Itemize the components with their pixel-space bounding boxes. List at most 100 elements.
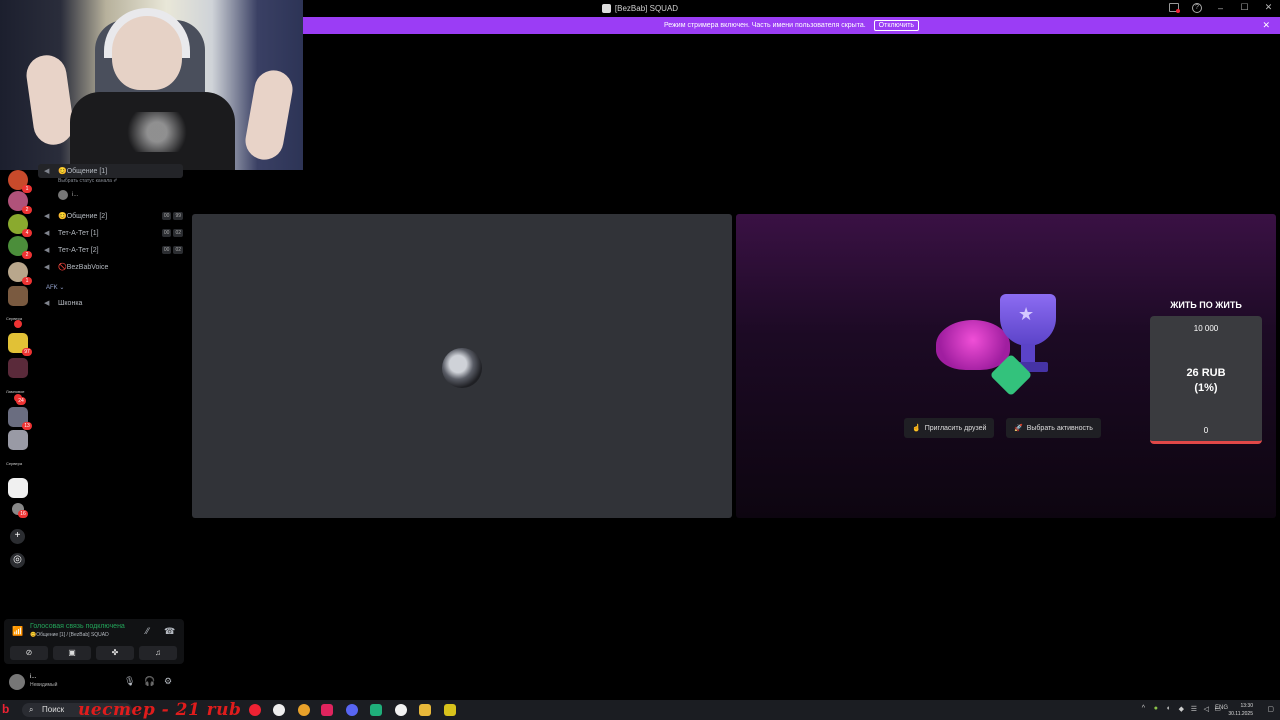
donation-goal: 10 000 — [1193, 324, 1219, 333]
star-icon: ★ — [1018, 304, 1035, 324]
inbox-icon[interactable] — [1169, 3, 1180, 13]
voice-channel[interactable]: ◀ 😊Общение [2] 00 99 — [38, 209, 183, 223]
channel-name: Тет-А-Тет [1] — [58, 229, 99, 237]
clock-app-icon[interactable] — [273, 704, 285, 716]
server-icon[interactable]: 97 — [8, 333, 32, 356]
folder-icon[interactable] — [419, 704, 431, 716]
server-icon[interactable]: 2 — [8, 236, 32, 259]
voice-location[interactable]: 😊Общение [1] / [BezBab] SQUAD — [30, 632, 109, 638]
donation-ticker-overlay: иестер - 21 rub — [78, 700, 242, 720]
donation-goal-widget: ЖИТЬ ПО ЖИТЬ 10 000 26 RUB (1%) 0 — [1150, 298, 1262, 446]
mention-badge: 4 — [22, 229, 32, 237]
app-icon[interactable] — [321, 704, 333, 716]
voice-member[interactable]: i... — [58, 190, 78, 200]
chrome-icon[interactable] — [298, 704, 310, 716]
wifi-icon[interactable]: ☰ — [1191, 705, 1197, 713]
channel-name: 😊Общение [1] — [58, 168, 108, 175]
voice-channel[interactable]: ◀ Тет-А-Тет [1] 00 02 — [38, 226, 183, 240]
folder-badge — [14, 320, 22, 328]
voice-channel[interactable]: ◀ Тет-А-Тет [2] 00 02 — [38, 243, 183, 257]
invite-icon: ☝ — [912, 425, 921, 432]
activities-button[interactable]: ✤ — [96, 646, 134, 660]
trophy-illustration: ★ — [928, 290, 1108, 400]
speaker-icon: ◀ — [44, 264, 50, 271]
banner-close-icon[interactable]: ✕ — [1262, 20, 1270, 31]
server-icon[interactable] — [8, 358, 28, 378]
voice-channel-active[interactable]: ◀ 😊Общение [1] — [38, 164, 183, 178]
minimize-icon[interactable]: – — [1215, 3, 1226, 13]
username[interactable]: i... — [30, 674, 36, 680]
channel-name: 😊Общение [2] — [58, 213, 108, 220]
server-icon[interactable]: 1 — [8, 262, 32, 285]
server-icon[interactable]: 2 — [8, 191, 32, 214]
speaker-icon: ◀ — [44, 300, 50, 307]
afk-category[interactable]: AFK ⌄ — [46, 284, 64, 291]
mention-badge: 1 — [22, 277, 32, 285]
user-limit: 02 — [173, 246, 183, 254]
webcam-overlay — [0, 0, 303, 170]
donation-amount-block: 26 RUB (1%) — [1150, 366, 1262, 396]
speaker-icon: ◀ — [44, 168, 50, 175]
camera-off-button[interactable]: ⊘ — [10, 646, 48, 660]
help-icon[interactable]: ? — [1192, 2, 1202, 13]
server-icon[interactable] — [8, 286, 28, 306]
donation-percent: (1%) — [1194, 382, 1218, 394]
tray-app-icon[interactable]: ◆ — [1179, 705, 1184, 713]
disconnect-icon[interactable]: ☎ — [164, 626, 175, 637]
headphones-icon[interactable]: 🎧 — [144, 676, 155, 687]
mention-badge: 2 — [22, 251, 32, 259]
tray-app-icon[interactable]: ◐ — [1167, 705, 1171, 712]
app-icon[interactable] — [370, 704, 382, 716]
voice-channel[interactable]: ◀ 🚫BezBabVoice — [38, 260, 183, 274]
discord-window: [BezBab] SQUAD ? – ☐ ✕ Режим стримера вк… — [0, 0, 1280, 720]
afk-channel[interactable]: ◀ Шконка — [38, 296, 183, 310]
user-count: 00 — [161, 212, 172, 220]
server-icon[interactable]: 4 — [8, 214, 32, 237]
notifications-icon[interactable]: ▢ — [1267, 705, 1274, 713]
server-icon[interactable] — [8, 430, 28, 450]
folder-label: Сервера — [6, 461, 23, 466]
user-count: 00 — [161, 229, 172, 237]
disable-streamer-mode-button[interactable]: Отключить — [873, 20, 920, 31]
participant-tile[interactable] — [192, 214, 732, 518]
mic-icon[interactable]: 🎙 — [124, 676, 135, 687]
close-icon[interactable]: ✕ — [1263, 2, 1274, 13]
tray-chevron-icon[interactable]: ^ — [1142, 705, 1145, 712]
headset — [104, 8, 190, 58]
server-icon[interactable]: 1 — [8, 170, 32, 193]
trophy-stem — [1021, 344, 1035, 364]
speaker-icon: ◀ — [44, 247, 50, 254]
signal-icon[interactable]: 📶 — [12, 626, 23, 637]
volume-icon[interactable]: ◁ — [1204, 705, 1209, 713]
app-icon[interactable] — [249, 704, 261, 716]
channel-name: 🚫BezBabVoice — [58, 264, 109, 271]
yandex-icon[interactable] — [395, 704, 407, 716]
language-indicator[interactable]: ENG — [1215, 705, 1228, 711]
donation-amount: 26 RUB — [1186, 367, 1226, 379]
discord-icon[interactable] — [346, 704, 358, 716]
noise-suppression-icon[interactable]: ⁄⁄ — [146, 626, 149, 636]
app-icon[interactable] — [444, 704, 456, 716]
left-arm — [23, 52, 77, 148]
tray-app-icon[interactable]: ● — [1154, 705, 1158, 712]
invite-friends-button[interactable]: ☝ Пригласить друзей — [904, 418, 995, 438]
server-icon[interactable]: 13 — [8, 407, 32, 430]
screen-share-button[interactable]: ▣ — [53, 646, 91, 660]
server-icon[interactable]: 16 — [12, 503, 28, 518]
settings-gear-icon[interactable]: ⚙ — [164, 676, 172, 687]
avatar[interactable] — [9, 674, 25, 690]
maximize-icon[interactable]: ☐ — [1239, 2, 1250, 13]
server-icon[interactable] — [8, 478, 28, 498]
right-arm — [242, 67, 296, 163]
discover-icon[interactable]: ◎ — [10, 553, 25, 568]
soundboard-button[interactable]: ♫ — [139, 646, 177, 660]
start-icon[interactable]: b — [2, 702, 9, 716]
add-server-icon[interactable]: + — [10, 529, 25, 544]
channel-status-hint[interactable]: Выбрать статус канала ✐ — [58, 178, 118, 184]
search-label: Поиск — [42, 705, 65, 714]
clock[interactable]: 13:30 30.11.2025 — [1228, 702, 1253, 718]
invite-label: Пригласить друзей — [924, 424, 987, 432]
choose-activity-button[interactable]: 🚀 Выбрать активность — [1006, 418, 1101, 438]
user-limit: 99 — [173, 212, 183, 220]
shell-illustration — [936, 320, 1010, 370]
